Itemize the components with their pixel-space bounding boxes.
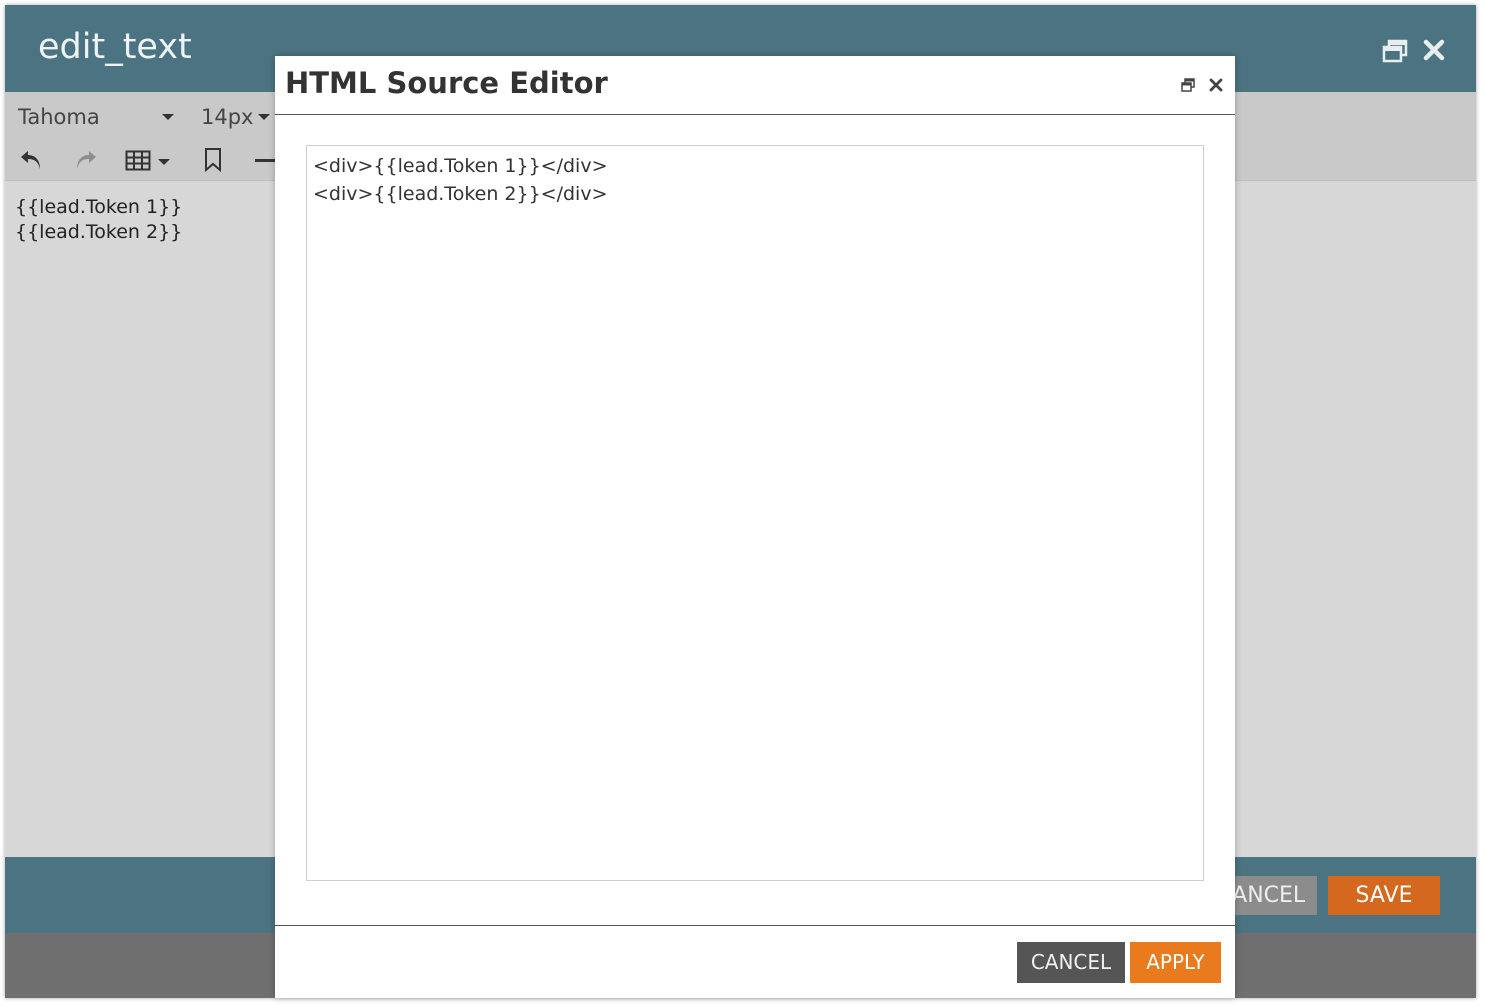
font-size-value: 14px [201,105,254,129]
undo-icon[interactable] [19,147,45,173]
divider [275,114,1235,115]
restore-icon[interactable] [1181,78,1195,92]
font-family-value: Tahoma [18,105,100,129]
save-button[interactable]: SAVE [1328,876,1440,915]
editor-content[interactable]: {{lead.Token 1}} {{lead.Token 2}} [15,195,182,245]
chevron-down-icon [162,114,174,120]
close-icon[interactable] [1209,78,1223,92]
table-icon[interactable] [125,149,173,173]
redo-icon[interactable] [72,147,98,173]
html-source-editor-dialog: HTML Source Editor <div>{{lead.Token 1}}… [275,56,1235,998]
restore-icon[interactable] [1382,39,1408,63]
dialog-title: HTML Source Editor [285,66,608,100]
dialog-cancel-button[interactable]: CANCEL [1017,942,1125,983]
divider [275,925,1235,926]
chevron-down-icon [258,114,270,120]
font-size-select[interactable]: 14px [201,101,276,133]
apply-button[interactable]: APPLY [1130,942,1221,983]
editor-line: {{lead.Token 2}} [15,221,183,243]
html-source-textarea[interactable]: <div>{{lead.Token 1}}</div> <div>{{lead.… [306,145,1204,881]
horizontal-rule-icon[interactable] [255,158,275,164]
bookmark-icon[interactable] [203,147,223,173]
window-title: edit_text [38,27,192,67]
editor-line: {{lead.Token 1}} [15,196,183,218]
close-icon[interactable] [1423,39,1445,61]
font-family-select[interactable]: Tahoma [18,101,178,133]
